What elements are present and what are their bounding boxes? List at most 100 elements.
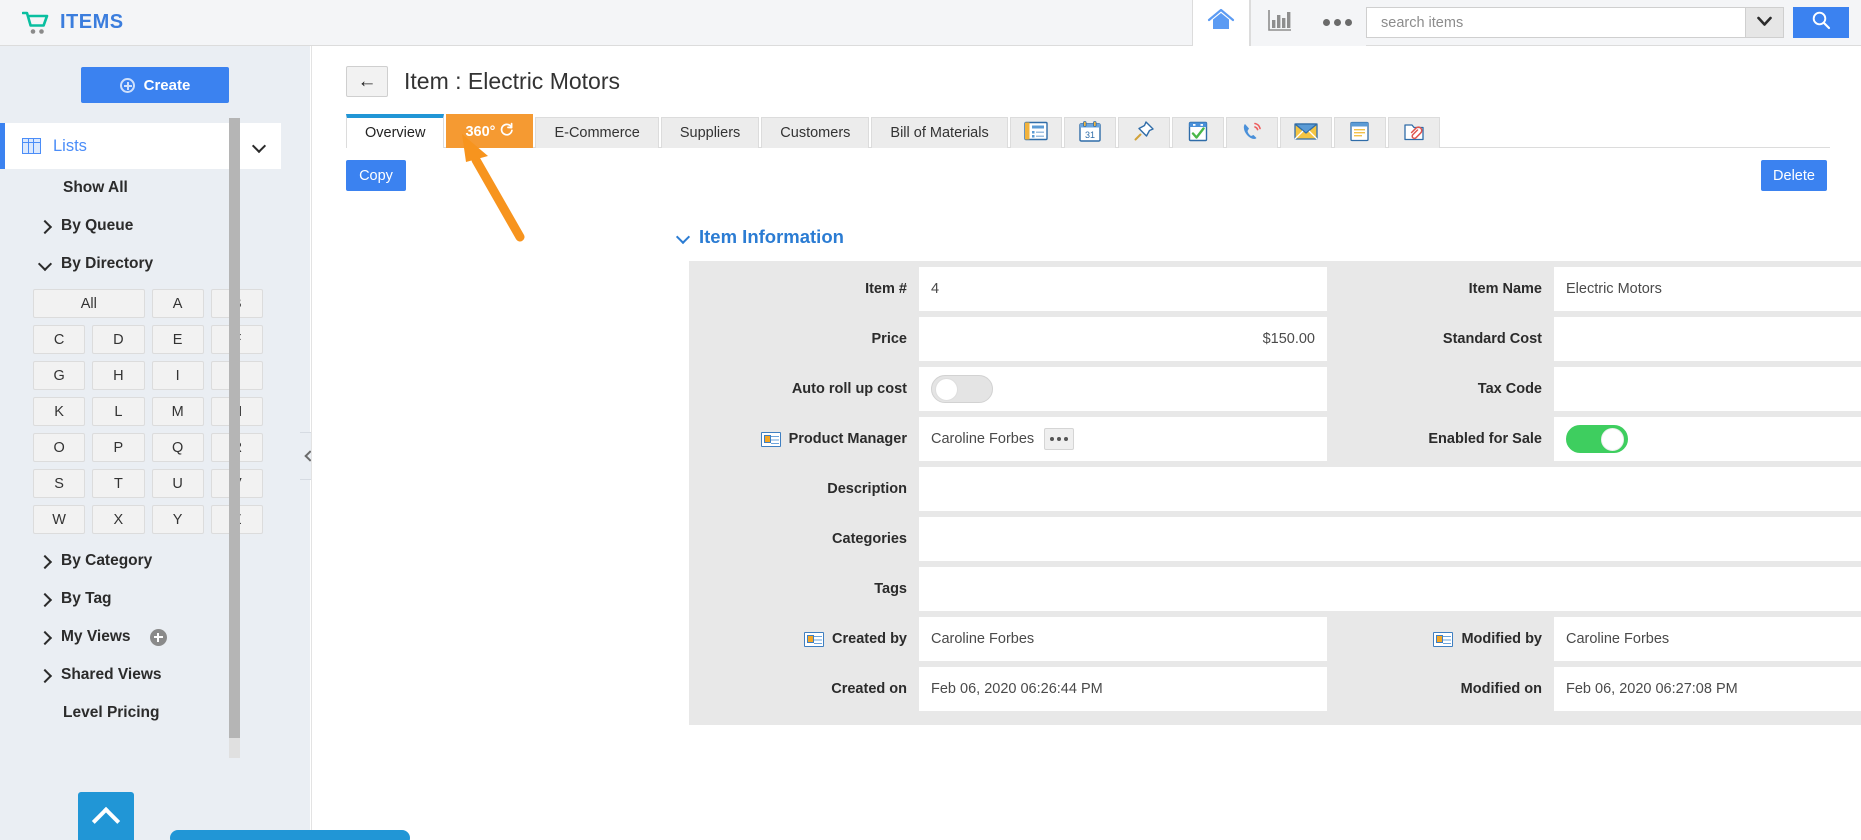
- tab-360[interactable]: 360°: [446, 114, 534, 148]
- field-label: Modified by: [1329, 617, 1554, 661]
- chevron-right-icon: [40, 221, 51, 232]
- chevron-right-icon: [40, 594, 51, 605]
- tab-bill-of-materials[interactable]: Bill of Materials: [871, 117, 1008, 148]
- alpha-button-a[interactable]: A: [151, 289, 204, 318]
- sidebar-item-show-all[interactable]: Show All: [0, 169, 310, 207]
- sidebar-item-by-queue[interactable]: By Queue: [0, 207, 310, 245]
- tab-calls[interactable]: [1225, 117, 1278, 148]
- auto-roll-up-cost-toggle[interactable]: [931, 375, 993, 403]
- alpha-button-t[interactable]: T: [92, 469, 145, 498]
- enabled-for-sale-toggle[interactable]: [1566, 425, 1628, 453]
- sidebar-item-label: Shared Views: [61, 666, 162, 683]
- search-submit-button[interactable]: [1793, 7, 1849, 38]
- sidebar-item-by-category[interactable]: By Category: [0, 542, 310, 580]
- alpha-button-y[interactable]: Y: [151, 505, 204, 534]
- alpha-button-m[interactable]: M: [151, 397, 204, 426]
- top-bar: ITEMS: [0, 0, 1861, 46]
- field-standard-cost: Standard Cost $130.00: [1329, 317, 1861, 367]
- sidebar-item-my-views[interactable]: My Views: [0, 618, 310, 656]
- alpha-button-q[interactable]: Q: [151, 433, 204, 462]
- tab-ecommerce[interactable]: E-Commerce: [535, 117, 659, 148]
- field-value[interactable]: [919, 517, 1861, 561]
- field-value[interactable]: Electric Motors: [1554, 267, 1861, 311]
- field-value[interactable]: [919, 467, 1861, 511]
- scroll-to-top-button[interactable]: [78, 792, 134, 840]
- ellipsis-lookup-button[interactable]: [1044, 428, 1075, 450]
- field-tax-code: Tax Code: [1329, 367, 1861, 417]
- back-button[interactable]: ←: [346, 66, 388, 97]
- pushpin-icon: [1133, 120, 1155, 146]
- sidebar-item-by-tag[interactable]: By Tag: [0, 580, 310, 618]
- sidebar-item-label: Show All: [63, 179, 128, 196]
- email-envelope-icon: [1294, 122, 1318, 145]
- tab-overview[interactable]: Overview: [346, 114, 445, 148]
- alpha-button-all[interactable]: All: [33, 289, 145, 318]
- tab-suppliers[interactable]: Suppliers: [660, 117, 760, 148]
- tab-customers[interactable]: Customers: [761, 117, 870, 148]
- item-information-section-header[interactable]: Item Information: [678, 226, 1861, 248]
- more-dots-icon: [1333, 19, 1341, 26]
- field-value[interactable]: Caroline Forbes: [919, 417, 1327, 461]
- sidebar-item-shared-views[interactable]: Shared Views: [0, 656, 310, 694]
- alpha-button-w[interactable]: W: [33, 505, 86, 534]
- sidebar-bottom-nav: By Category By Tag My Views Shared Views…: [0, 542, 310, 732]
- alpha-button-d[interactable]: D: [92, 325, 145, 354]
- reports-button[interactable]: [1250, 0, 1308, 46]
- field-categories: Categories: [689, 517, 1861, 567]
- app-brand[interactable]: ITEMS: [0, 11, 124, 35]
- form-row: Created by Caroline Forbes Modified by C…: [689, 617, 1861, 667]
- search-input[interactable]: [1367, 8, 1745, 37]
- alpha-button-k[interactable]: K: [33, 397, 86, 426]
- sidebar-item-label: By Tag: [61, 590, 112, 607]
- tab-tasks[interactable]: [1171, 117, 1224, 148]
- alpha-button-p[interactable]: P: [92, 433, 145, 462]
- alpha-button-i[interactable]: I: [151, 361, 204, 390]
- search-scope-dropdown[interactable]: [1745, 8, 1783, 37]
- create-button[interactable]: Create: [81, 67, 229, 103]
- alpha-button-s[interactable]: S: [33, 469, 86, 498]
- chevron-down-icon: [40, 259, 51, 270]
- tab-contacts[interactable]: [1009, 117, 1062, 148]
- field-label: Standard Cost: [1329, 317, 1554, 361]
- chevron-right-icon: [40, 670, 51, 681]
- sidebar: Create Lists Show All By Queue By Direct…: [0, 46, 310, 840]
- field-enabled-for-sale: Enabled for Sale: [1329, 417, 1861, 467]
- tab-notes[interactable]: [1333, 117, 1386, 148]
- search-box[interactable]: [1366, 7, 1784, 38]
- delete-button[interactable]: Delete: [1761, 160, 1827, 191]
- field-label: Item #: [689, 267, 919, 311]
- chevron-down-icon[interactable]: [254, 141, 265, 152]
- alpha-button-e[interactable]: E: [151, 325, 204, 354]
- tab-pinned[interactable]: [1117, 117, 1170, 148]
- home-button[interactable]: [1192, 0, 1250, 46]
- sidebar-item-by-directory[interactable]: By Directory: [0, 245, 310, 283]
- field-value[interactable]: [1554, 367, 1861, 411]
- alpha-button-x[interactable]: X: [92, 505, 145, 534]
- alpha-button-h[interactable]: H: [92, 361, 145, 390]
- phone-call-icon: [1241, 121, 1263, 146]
- field-value[interactable]: $130.00: [1554, 317, 1861, 361]
- alpha-button-o[interactable]: O: [33, 433, 86, 462]
- arrow-left-icon: ←: [357, 71, 377, 92]
- sidebar-item-level-pricing[interactable]: Level Pricing: [0, 694, 310, 732]
- alpha-button-c[interactable]: C: [33, 325, 86, 354]
- add-view-icon[interactable]: [149, 628, 167, 646]
- alpha-button-u[interactable]: U: [151, 469, 204, 498]
- form-row: Auto roll up cost Tax Code: [689, 367, 1861, 417]
- field-value: [919, 367, 1327, 411]
- more-menu-button[interactable]: [1308, 0, 1366, 46]
- field-value[interactable]: $150.00: [919, 317, 1327, 361]
- form-row: Categories: [689, 517, 1861, 567]
- field-value[interactable]: 4: [919, 267, 1327, 311]
- copy-button[interactable]: Copy: [346, 160, 406, 191]
- ellipsis-dot-icon: [1057, 437, 1062, 441]
- sidebar-scrollbar-thumb[interactable]: [229, 118, 240, 738]
- field-value[interactable]: [919, 567, 1861, 611]
- alpha-button-g[interactable]: G: [33, 361, 86, 390]
- tab-attachments[interactable]: [1387, 117, 1440, 148]
- sidebar-scrollbar[interactable]: [229, 118, 240, 758]
- main-content: ← Item : Electric Motors Overview 360° E…: [311, 46, 1861, 840]
- tab-emails[interactable]: [1279, 117, 1332, 148]
- alpha-button-l[interactable]: L: [92, 397, 145, 426]
- tab-calendar[interactable]: 31: [1063, 117, 1116, 148]
